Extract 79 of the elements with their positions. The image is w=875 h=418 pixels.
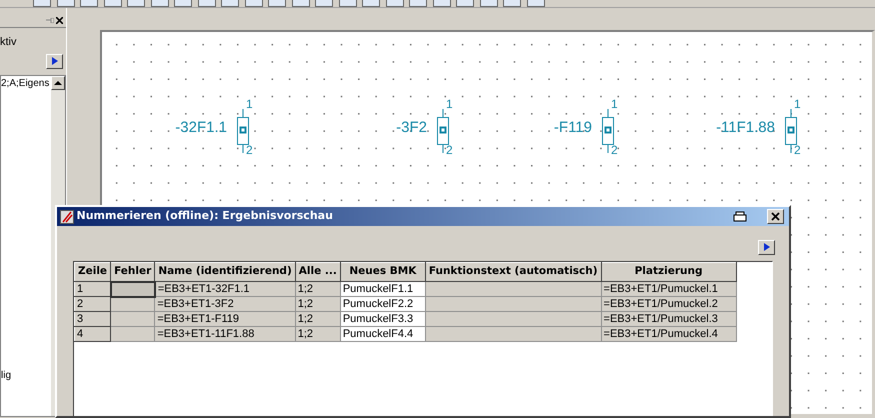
pin-number: 2 (446, 142, 453, 159)
arrow-button[interactable] (758, 240, 775, 255)
table-cell: =EB3+ET1-32F1.1 (154, 282, 296, 297)
pin-number: 1 (611, 96, 618, 113)
table-cell: =EB3+ET1/Pumuckel.4 (601, 326, 736, 342)
column-header[interactable]: Fehler (110, 262, 155, 282)
column-header[interactable]: Alle ... (295, 262, 340, 282)
toolbar-icon[interactable] (127, 0, 145, 7)
toolbar-icon[interactable] (244, 0, 262, 7)
table-cell: 1;2 (295, 296, 340, 312)
pin-number: 1 (794, 96, 801, 113)
component-label: -11F1.88 (716, 118, 775, 138)
toolbar-icon[interactable] (338, 0, 356, 7)
toolbar-icon[interactable] (174, 0, 192, 7)
table-cell: =EB3+ET1/Pumuckel.1 (601, 282, 736, 297)
toolbar-icon[interactable] (33, 0, 51, 7)
toolbar-icon[interactable] (104, 0, 122, 7)
close-icon[interactable] (56, 17, 64, 24)
fuse-symbol (600, 109, 616, 153)
play-icon (50, 57, 59, 66)
toolbar-icon[interactable] (503, 0, 521, 7)
toolbar-icon[interactable] (386, 0, 404, 7)
column-header[interactable]: Neues BMK (340, 262, 426, 282)
dialog-title: Nummerieren (offline): Ergebnisvorschau (76, 208, 334, 224)
column-header[interactable]: Name (identifizierend) (154, 262, 296, 282)
toolbar-icon[interactable] (526, 0, 544, 7)
table-cell: PumuckelF4.4 (340, 326, 426, 342)
row-number[interactable]: 1 (74, 282, 111, 297)
table-cell: =EB3+ET1-11F1.88 (154, 326, 296, 342)
column-header[interactable]: Zeile (74, 262, 111, 282)
row-number[interactable]: 3 (74, 312, 111, 327)
fuse-symbol (783, 109, 799, 153)
toolbar-icon[interactable] (409, 0, 427, 7)
toolbar-icon[interactable] (456, 0, 474, 7)
printer-icon[interactable] (733, 210, 748, 222)
pin-number: 2 (246, 142, 253, 159)
table-cell: 1;2 (295, 326, 340, 342)
pin-number: 2 (794, 142, 801, 159)
component-label: -32F1.1 (175, 118, 227, 138)
toolbar-icon[interactable] (221, 0, 239, 7)
panel-caption: ktiv (0, 36, 16, 48)
table-cell: =EB3+ET1/Pumuckel.3 (601, 312, 736, 327)
scroll-up-icon[interactable] (51, 76, 65, 90)
toolbar-icon[interactable] (198, 0, 216, 7)
fuse-symbol (235, 109, 251, 153)
table-cell: =EB3+ET1-3F2 (154, 296, 296, 312)
row-number[interactable]: 2 (74, 296, 111, 312)
pin-number: 2 (611, 142, 618, 159)
column-header[interactable]: Platzierung (601, 262, 736, 282)
table-cell: 1;2 (295, 282, 340, 297)
toolbar-icon[interactable] (292, 0, 310, 7)
toolbar-icon[interactable] (80, 0, 98, 7)
table-cell: PumuckelF1.1 (340, 282, 426, 297)
pin-number: 1 (446, 96, 453, 113)
play-icon (762, 243, 770, 252)
table-cell: PumuckelF3.3 (340, 312, 426, 327)
toolbar-icon[interactable] (56, 0, 74, 7)
arrow-button[interactable] (46, 54, 64, 69)
table-cell: =EB3+ET1/Pumuckel.2 (601, 296, 736, 312)
list-item[interactable]: lig (1, 368, 51, 383)
fuse-symbol (435, 109, 451, 153)
app-icon (60, 210, 74, 224)
component-label: -3F2 (396, 118, 427, 138)
table-cell: 1;2 (295, 312, 340, 327)
table-cell: =EB3+ET1-F119 (154, 312, 296, 327)
row-number[interactable]: 4 (74, 326, 111, 342)
component-label: -F119 (554, 118, 592, 138)
close-icon (770, 212, 780, 222)
pin-number: 1 (246, 96, 253, 113)
toolbar-icon[interactable] (362, 0, 380, 7)
toolbar-icon[interactable] (268, 0, 286, 7)
column-header[interactable]: Funktionstext (automatisch) (425, 262, 602, 282)
toolbar-icon[interactable] (480, 0, 498, 7)
toolbar-icon[interactable] (432, 0, 450, 7)
list-item[interactable]: 2;A;Eigens (1, 76, 51, 90)
toolbar-icon[interactable] (315, 0, 333, 7)
close-button[interactable] (766, 209, 784, 224)
toolbar-icon[interactable] (150, 0, 168, 7)
table-cell: PumuckelF2.2 (340, 296, 426, 312)
